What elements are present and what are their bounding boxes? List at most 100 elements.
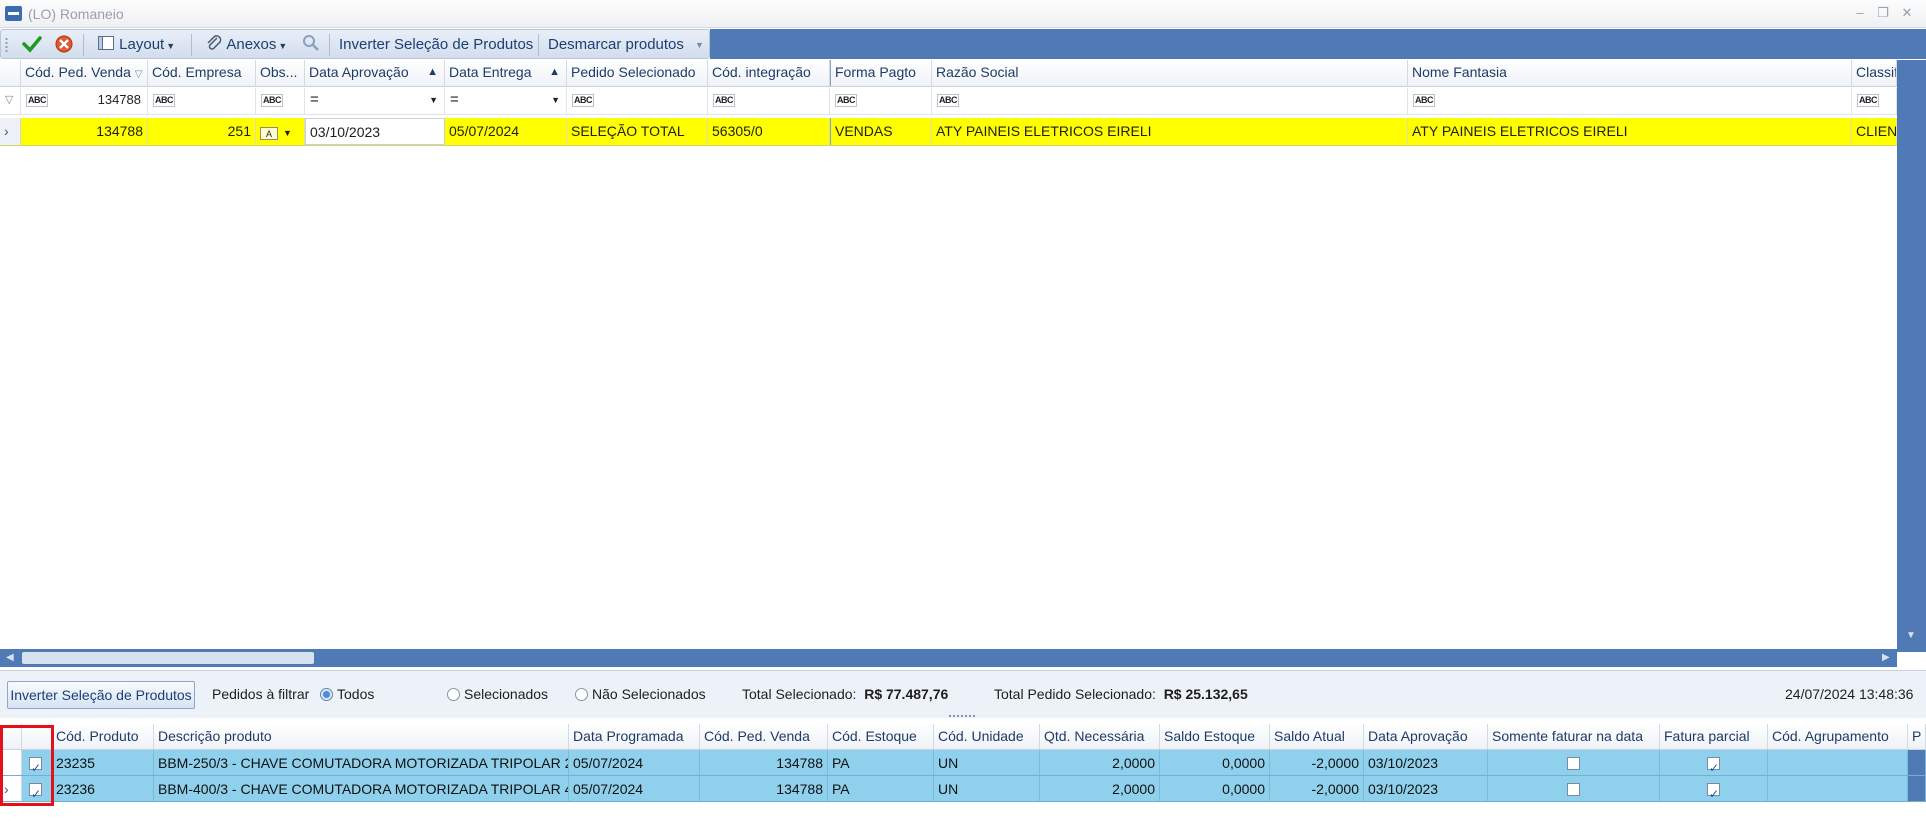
chevron-down-icon[interactable]: ▼	[1906, 630, 1916, 641]
col-header-cod-unidade[interactable]: Cód. Unidade	[934, 724, 1040, 749]
cancel-button[interactable]	[49, 33, 79, 57]
radio-selecionados[interactable]: Selecionados	[447, 686, 548, 702]
cell-cod-estoque[interactable]: PA	[828, 776, 934, 801]
cell-qtd-necessaria[interactable]: 2,0000	[1040, 750, 1160, 775]
close-icon[interactable]: ✕	[1898, 4, 1916, 22]
col-header-data-entrega[interactable]: Data Entrega ▲	[445, 60, 567, 86]
filter-icon[interactable]: ▽	[135, 69, 143, 80]
checkbox-checked-icon[interactable]	[1707, 755, 1720, 775]
horizontal-scroll-thumb[interactable]	[22, 652, 314, 664]
cell-data-aprovacao[interactable]: 03/10/2023	[1364, 750, 1488, 775]
restore-icon[interactable]: ❐	[1874, 4, 1892, 22]
radio-nao-selecionados[interactable]: Não Selecionados	[575, 686, 706, 702]
col-header-fatura-parcial[interactable]: Fatura parcial	[1660, 724, 1768, 749]
col-header-data-programada[interactable]: Data Programada	[569, 724, 700, 749]
table-row[interactable]: › 23236 BBM-400/3 - CHAVE COMUTADORA MOT…	[0, 776, 1926, 802]
cell-cod-integracao[interactable]: 56305/0	[708, 118, 830, 145]
search-button[interactable]	[297, 33, 325, 57]
orders-vertical-scrollbar[interactable]: ▼	[1897, 60, 1926, 652]
col-header-somente-faturar[interactable]: Somente faturar na data	[1488, 724, 1660, 749]
cell-classificacao[interactable]: CLIENT	[1852, 118, 1897, 145]
confirm-button[interactable]	[17, 33, 47, 57]
checkbox-checked-icon[interactable]	[1707, 781, 1720, 801]
filter-cod-empresa[interactable]: ABC	[148, 88, 256, 114]
cell-descricao[interactable]: BBM-400/3 - CHAVE COMUTADORA MOTORIZADA …	[154, 776, 569, 801]
checkbox-unchecked-icon[interactable]	[1567, 783, 1580, 796]
layout-button[interactable]: Layout ▼	[93, 33, 179, 57]
cell-cod-estoque[interactable]: PA	[828, 750, 934, 775]
cell-saldo-estoque[interactable]: 0,0000	[1160, 776, 1270, 801]
col-header-cod-empresa[interactable]: Cód. Empresa	[148, 60, 256, 86]
cell-fatura-parcial[interactable]	[1660, 776, 1768, 801]
radio-todos[interactable]: Todos	[320, 686, 374, 702]
filter-cod-integracao[interactable]: ABC	[708, 88, 830, 114]
cell-qtd-necessaria[interactable]: 2,0000	[1040, 776, 1160, 801]
filter-nome-fantasia[interactable]: ABC	[1408, 88, 1852, 114]
col-header-classificacao[interactable]: Classificaç	[1852, 60, 1897, 86]
cell-razao-social[interactable]: ATY PAINEIS ELETRICOS EIRELI	[932, 118, 1408, 145]
cell-cod-empresa[interactable]: 251	[148, 118, 256, 145]
cell-saldo-atual[interactable]: -2,0000	[1270, 776, 1364, 801]
chevron-left-icon[interactable]: ◀	[6, 652, 14, 663]
checkbox-unchecked-icon[interactable]	[1567, 757, 1580, 770]
col-header-data-aprovacao[interactable]: Data Aprovação ▲	[305, 60, 445, 86]
products-vertical-scrollbar[interactable]	[1908, 776, 1926, 801]
col-header-cod-produto[interactable]: Cód. Produto	[52, 724, 154, 749]
cell-fatura-parcial[interactable]	[1660, 750, 1768, 775]
filter-pedido-selecionado[interactable]: ABC	[567, 88, 708, 114]
filter-data-aprovacao[interactable]: = ▼	[305, 88, 445, 114]
col-header-cod-ped-venda[interactable]: Cód. Ped. Venda ▽	[21, 60, 148, 86]
filter-classificacao[interactable]: ABC	[1852, 88, 1897, 114]
toolbar-grip-icon[interactable]	[5, 37, 8, 53]
cell-data-entrega[interactable]: 05/07/2024	[445, 118, 567, 145]
col-header-data-aprovacao[interactable]: Data Aprovação	[1364, 724, 1488, 749]
desmarcar-produtos-button[interactable]: Desmarcar produtos	[544, 33, 688, 57]
products-vertical-scrollbar[interactable]	[1908, 750, 1926, 775]
inverter-selecao-produtos-button[interactable]: Inverter Seleção de Produtos	[7, 681, 195, 709]
cell-data-programada[interactable]: 05/07/2024	[569, 776, 700, 801]
cell-cod-produto[interactable]: 23236	[52, 776, 154, 801]
table-row[interactable]: 23235 BBM-250/3 - CHAVE COMUTADORA MOTOR…	[0, 750, 1926, 776]
filter-cod-ped-venda[interactable]: ABC 134788	[21, 88, 148, 114]
cell-cod-agrupamento[interactable]	[1768, 776, 1908, 801]
col-header-descricao[interactable]: Descrição produto	[154, 724, 569, 749]
filter-forma-pagto[interactable]: ABC	[830, 88, 932, 114]
cell-cod-agrupamento[interactable]	[1768, 750, 1908, 775]
chevron-right-icon[interactable]: ▶	[1882, 652, 1890, 663]
cell-data-programada[interactable]: 05/07/2024	[569, 750, 700, 775]
cell-pedido-selecionado[interactable]: SELEÇÃO TOTAL	[567, 118, 708, 145]
col-header-nome-fantasia[interactable]: Nome Fantasia	[1408, 60, 1852, 86]
cell-saldo-atual[interactable]: -2,0000	[1270, 750, 1364, 775]
cell-cod-ped-venda[interactable]: 134788	[700, 750, 828, 775]
col-header-pedido-selecionado[interactable]: Pedido Selecionado	[567, 60, 708, 86]
cell-saldo-estoque[interactable]: 0,0000	[1160, 750, 1270, 775]
cell-cod-unidade[interactable]: UN	[934, 776, 1040, 801]
col-header-cod-integracao[interactable]: Cód. integração	[708, 60, 830, 86]
table-row[interactable]: › 134788 251 A ▼ 03/10/2023 05/07/2024 SE…	[0, 118, 1897, 146]
col-header-obs[interactable]: Obs...	[256, 60, 305, 86]
filter-obs[interactable]: ABC	[256, 88, 305, 114]
cell-cod-ped-venda[interactable]: 134788	[700, 776, 828, 801]
col-header-forma-pagto[interactable]: Forma Pagto	[830, 60, 932, 86]
cell-nome-fantasia[interactable]: ATY PAINEIS ELETRICOS EIRELI	[1408, 118, 1852, 145]
col-header-cod-ped-venda[interactable]: Cód. Ped. Venda	[700, 724, 828, 749]
cell-data-aprovacao-editor[interactable]: 03/10/2023	[305, 118, 445, 145]
col-header-saldo-atual[interactable]: Saldo Atual	[1270, 724, 1364, 749]
toolbar-overflow-icon[interactable]: ▼	[691, 33, 708, 57]
col-header-saldo-estoque[interactable]: Saldo Estoque	[1160, 724, 1270, 749]
filter-data-entrega[interactable]: = ▼	[445, 88, 567, 114]
cell-forma-pagto[interactable]: VENDAS	[830, 118, 932, 145]
splitter-handle[interactable]	[948, 714, 976, 718]
filter-razao-social[interactable]: ABC	[932, 88, 1408, 114]
cell-somente-faturar[interactable]	[1488, 750, 1660, 775]
cell-somente-faturar[interactable]	[1488, 776, 1660, 801]
col-header-cod-agrupamento[interactable]: Cód. Agrupamento	[1768, 724, 1908, 749]
cell-data-aprovacao[interactable]: 03/10/2023	[1364, 776, 1488, 801]
col-header-qtd-necessaria[interactable]: Qtd. Necessária	[1040, 724, 1160, 749]
cell-cod-produto[interactable]: 23235	[52, 750, 154, 775]
minimize-icon[interactable]: –	[1851, 4, 1869, 22]
col-header-p[interactable]: P	[1908, 724, 1926, 749]
cell-cod-ped-venda[interactable]: 134788	[21, 118, 148, 145]
col-header-cod-estoque[interactable]: Cód. Estoque	[828, 724, 934, 749]
cell-cod-unidade[interactable]: UN	[934, 750, 1040, 775]
